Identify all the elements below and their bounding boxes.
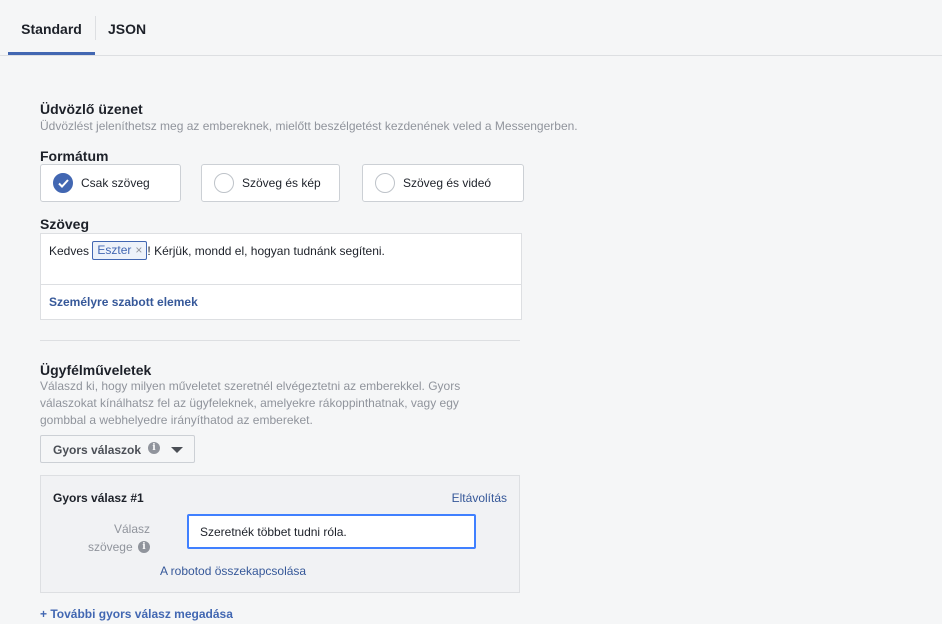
welcome-subtitle: Üdvözlést jeleníthetsz meg az embereknek…: [40, 119, 578, 133]
actions-description-line-3: gombbal a webhelyedre irányíthatod az em…: [40, 413, 313, 427]
tab-divider: [95, 16, 96, 40]
tab-json[interactable]: JSON: [108, 0, 146, 56]
format-option-text-video[interactable]: Szöveg és videó: [362, 164, 524, 202]
action-type-dropdown[interactable]: Gyors válaszok i: [40, 435, 195, 463]
dropdown-label: Gyors válaszok: [53, 443, 142, 457]
welcome-title: Üdvözlő üzenet: [40, 101, 143, 117]
reply-text-label: Válasz szövege i: [60, 520, 150, 556]
info-icon[interactable]: i: [138, 540, 150, 553]
token-remove-icon[interactable]: ×: [135, 243, 142, 257]
caret-down-icon: [171, 447, 183, 453]
info-icon[interactable]: i: [148, 442, 160, 454]
radio-unchecked-icon[interactable]: [214, 173, 234, 193]
format-option-text-image[interactable]: Szöveg és kép: [201, 164, 340, 202]
add-quick-reply-link[interactable]: + További gyors válasz megadása: [40, 607, 233, 621]
format-title: Formátum: [40, 148, 109, 164]
greeting-prefix: Kedves: [49, 244, 90, 259]
personalize-link[interactable]: Személyre szabott elemek: [49, 295, 198, 309]
tab-bar: Standard JSON: [0, 0, 942, 56]
greeting-text-editor[interactable]: Kedves Eszter ×! Kérjük, mondd el, hogyan…: [40, 233, 522, 320]
section-divider: [40, 340, 520, 341]
connect-bot-link[interactable]: A robotod összekapcsolása: [160, 564, 306, 578]
format-option-label: Csak szöveg: [81, 176, 150, 190]
tab-standard[interactable]: Standard: [8, 0, 95, 55]
editor-divider: [41, 284, 521, 285]
name-token-label: Eszter: [97, 243, 132, 257]
actions-description-line-2: válaszokat kínálhatsz fel az ügyfeleknek…: [40, 396, 459, 410]
reply-text-input[interactable]: Szeretnék többet tudni róla.: [187, 514, 476, 549]
actions-title: Ügyfélműveletek: [40, 362, 152, 378]
reply-text-label-line-1: Válasz: [113, 522, 150, 536]
name-token[interactable]: Eszter ×: [92, 241, 148, 260]
format-option-text-only[interactable]: Csak szöveg: [40, 164, 181, 202]
greeting-text-line[interactable]: Kedves Eszter ×! Kérjük, mondd el, hogyan…: [49, 241, 385, 260]
quick-reply-title: Gyors válasz #1: [53, 491, 144, 505]
remove-link[interactable]: Eltávolítás: [452, 491, 507, 505]
radio-checked-icon[interactable]: [53, 173, 73, 193]
format-option-label: Szöveg és videó: [403, 176, 492, 190]
reply-text-label-word: szövege: [87, 540, 133, 554]
text-title: Szöveg: [40, 216, 90, 232]
radio-unchecked-icon[interactable]: [375, 173, 395, 193]
actions-description-line-1: Válaszd ki, hogy milyen műveletet szeret…: [40, 379, 461, 393]
reply-text-label-line-2: szövege i: [60, 538, 150, 556]
greeting-suffix: ! Kérjük, mondd el, hogyan tudnánk segít…: [147, 244, 385, 259]
format-option-label: Szöveg és kép: [242, 176, 321, 190]
quick-reply-card: Gyors válasz #1 Eltávolítás Válasz szöve…: [40, 475, 520, 593]
